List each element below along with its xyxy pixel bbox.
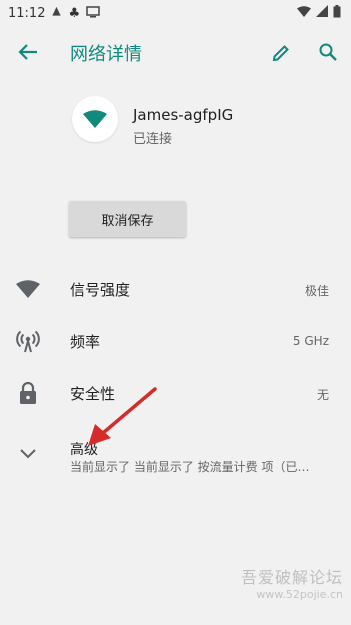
search-icon: [319, 43, 337, 61]
arrow-back-icon: [18, 44, 37, 60]
detail-row-frequency: 频率 5 GHz: [0, 317, 351, 365]
network-avatar: [72, 96, 118, 142]
lock-icon: [14, 379, 42, 407]
detail-row-security: 安全性 无: [0, 369, 351, 417]
battery-icon: [333, 4, 341, 22]
antenna-icon: [14, 327, 42, 355]
wifi-signal-icon: [14, 275, 42, 303]
monitor-icon: [86, 5, 100, 21]
watermark: 吾爱破解论坛 www.52pojie.cn: [241, 564, 343, 601]
status-right: [297, 4, 341, 22]
detail-label: 信号强度: [70, 281, 131, 299]
network-name: James-agfpIG: [133, 106, 234, 124]
status-bar: 11:12 ♣: [0, 0, 351, 26]
detail-row-signal: 信号强度 极佳: [0, 265, 351, 313]
status-time: 11:12: [8, 5, 46, 21]
app-bar: 网络详情: [0, 26, 351, 78]
status-left: 11:12 ♣: [8, 6, 100, 21]
detail-value: 极佳: [304, 284, 329, 298]
wifi-icon: [297, 5, 311, 21]
advanced-subtitle: 当前显示了 当前显示了 按流量计费 项（已…: [70, 460, 310, 474]
notification-icon: [51, 6, 62, 20]
signal-icon: [316, 5, 328, 21]
watermark-title: 吾爱破解论坛: [240, 568, 343, 587]
detail-label: 安全性: [70, 385, 116, 403]
detail-value: 无: [316, 388, 329, 402]
wifi-signal-large-icon: [83, 110, 107, 128]
detail-value: 5 GHz: [292, 334, 329, 348]
clover-icon: ♣: [68, 5, 81, 21]
forget-network-button[interactable]: 取消保存: [69, 201, 186, 237]
search-button[interactable]: [315, 39, 341, 65]
advanced-title: 高级: [70, 442, 98, 458]
edit-button[interactable]: [268, 40, 294, 66]
page-title: 网络详情: [70, 44, 142, 65]
detail-label: 频率: [70, 333, 101, 351]
back-button[interactable]: [14, 39, 42, 65]
pencil-icon: [272, 45, 289, 62]
watermark-url: www.52pojie.cn: [256, 588, 343, 601]
network-status: 已连接: [133, 132, 173, 147]
chevron-down-icon: [14, 440, 42, 468]
